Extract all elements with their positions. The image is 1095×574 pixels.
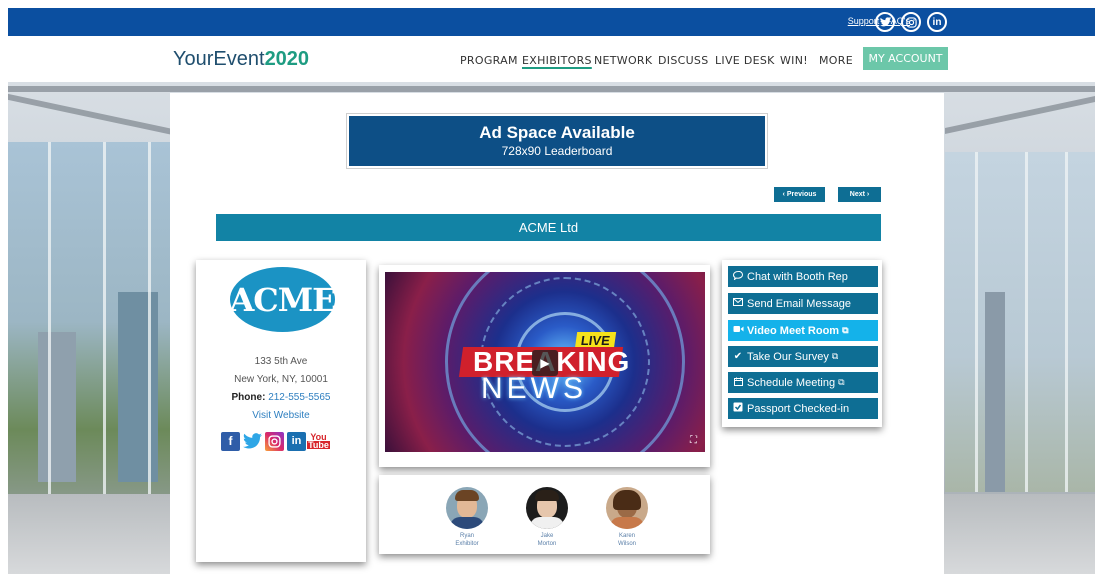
rep-first-name: Ryan xyxy=(459,533,474,539)
instagram-icon[interactable] xyxy=(901,12,921,32)
ad-size: 728x90 Leaderboard xyxy=(501,144,613,158)
rep-jake[interactable]: Jake Morton xyxy=(526,487,568,548)
checkmark-icon: ✔ xyxy=(733,351,743,362)
nav-network[interactable]: NETWORK xyxy=(594,54,652,67)
action-label: Send Email Message xyxy=(747,297,851,310)
chat-with-rep-button[interactable]: Chat with Booth Rep xyxy=(728,266,878,287)
ad-banner[interactable]: Ad Space Available 728x90 Leaderboard xyxy=(346,113,768,169)
address-line-2: New York, NY, 10001 xyxy=(234,374,328,385)
nav-exhibitors[interactable]: EXHIBITORS xyxy=(522,54,592,67)
linkedin-icon[interactable]: in xyxy=(927,12,947,32)
phone-label: Phone: xyxy=(231,392,266,403)
instagram-icon[interactable] xyxy=(265,431,284,451)
linkedin-icon[interactable]: in xyxy=(287,431,306,451)
action-label: Passport Checked-in xyxy=(747,402,850,415)
avatar xyxy=(446,487,488,529)
action-label: Chat with Booth Rep xyxy=(747,270,848,283)
top-utility-bar: Support FAQ's in xyxy=(8,8,1095,36)
brand-prefix: YourEvent xyxy=(173,48,265,70)
schedule-meeting-button[interactable]: Schedule Meeting ⧉ xyxy=(728,372,878,393)
rep-last-name: Morton xyxy=(537,541,557,547)
nav-program[interactable]: PROGRAM xyxy=(460,54,518,67)
youtube-icon[interactable]: You Tube xyxy=(307,432,330,451)
headline-news: NEWS xyxy=(481,372,587,405)
next-button[interactable]: Next › xyxy=(838,187,881,202)
twitter-icon[interactable] xyxy=(243,432,262,451)
external-link-icon: ⧉ xyxy=(831,351,839,361)
fullscreen-icon[interactable]: ⛶ xyxy=(690,435,697,446)
phone-line: Phone: 212-555-5565 xyxy=(196,392,366,403)
action-label: Take Our Survey xyxy=(747,350,829,363)
phone-link[interactable]: 212-555-5565 xyxy=(268,392,330,403)
facebook-icon[interactable]: f xyxy=(221,431,240,451)
envelope-icon xyxy=(732,298,744,309)
rep-ryan[interactable]: Ryan Exhibitor xyxy=(446,487,488,548)
avatar xyxy=(606,487,648,529)
exhibitor-title: ACME Ltd xyxy=(216,214,881,241)
booth-video[interactable]: LIVE BREAKING NEWS ▶ ⛶ xyxy=(385,272,705,452)
rep-last-name: Wilson xyxy=(617,541,636,547)
passport-checked-in-button[interactable]: Passport Checked-in xyxy=(728,398,878,419)
nav-live-desk[interactable]: LIVE DESK xyxy=(715,54,775,67)
nav-win[interactable]: WIN! xyxy=(780,54,808,67)
chat-icon xyxy=(732,270,744,283)
calendar-icon xyxy=(732,377,744,389)
my-account-button[interactable]: MY ACCOUNT xyxy=(863,47,948,70)
exhibitor-logo: ACME xyxy=(229,267,337,332)
play-icon[interactable]: ▶ xyxy=(532,350,558,376)
video-camera-icon xyxy=(732,325,744,336)
external-link-icon: ⧉ xyxy=(842,325,849,335)
exhibitor-social-links: f in You Tube xyxy=(221,431,341,451)
ad-title: Ad Space Available xyxy=(479,123,635,142)
brand-suffix: 2020 xyxy=(264,48,310,70)
send-email-button[interactable]: Send Email Message xyxy=(728,293,878,314)
action-label: Schedule Meeting xyxy=(747,376,836,389)
twitter-icon[interactable] xyxy=(875,12,895,32)
rep-karen[interactable]: Karen Wilson xyxy=(606,487,648,548)
external-link-icon: ⧉ xyxy=(838,377,845,387)
rep-first-name: Karen xyxy=(618,533,635,539)
nav-more[interactable]: MORE xyxy=(819,54,853,67)
checkbox-icon xyxy=(732,402,744,415)
address-line-1: 133 5th Ave xyxy=(254,356,308,367)
take-survey-button[interactable]: ✔ Take Our Survey ⧉ xyxy=(728,346,878,367)
main-header: YourEvent2020 PROGRAM EXHIBITORS NETWORK… xyxy=(8,36,1095,82)
video-meet-room-button[interactable]: Video Meet Room ⧉ xyxy=(728,320,878,341)
previous-button[interactable]: ‹ Previous xyxy=(774,187,825,202)
action-label: Video Meet Room xyxy=(747,324,840,337)
nav-discuss[interactable]: DISCUSS xyxy=(658,54,709,67)
visit-website-link[interactable]: Visit Website xyxy=(196,410,366,421)
site-logo[interactable]: YourEvent2020 xyxy=(173,48,309,71)
rep-last-name: Exhibitor xyxy=(455,541,479,547)
rep-first-name: Jake xyxy=(540,533,554,539)
logo-text: ACME xyxy=(229,280,336,319)
avatar xyxy=(526,487,568,529)
